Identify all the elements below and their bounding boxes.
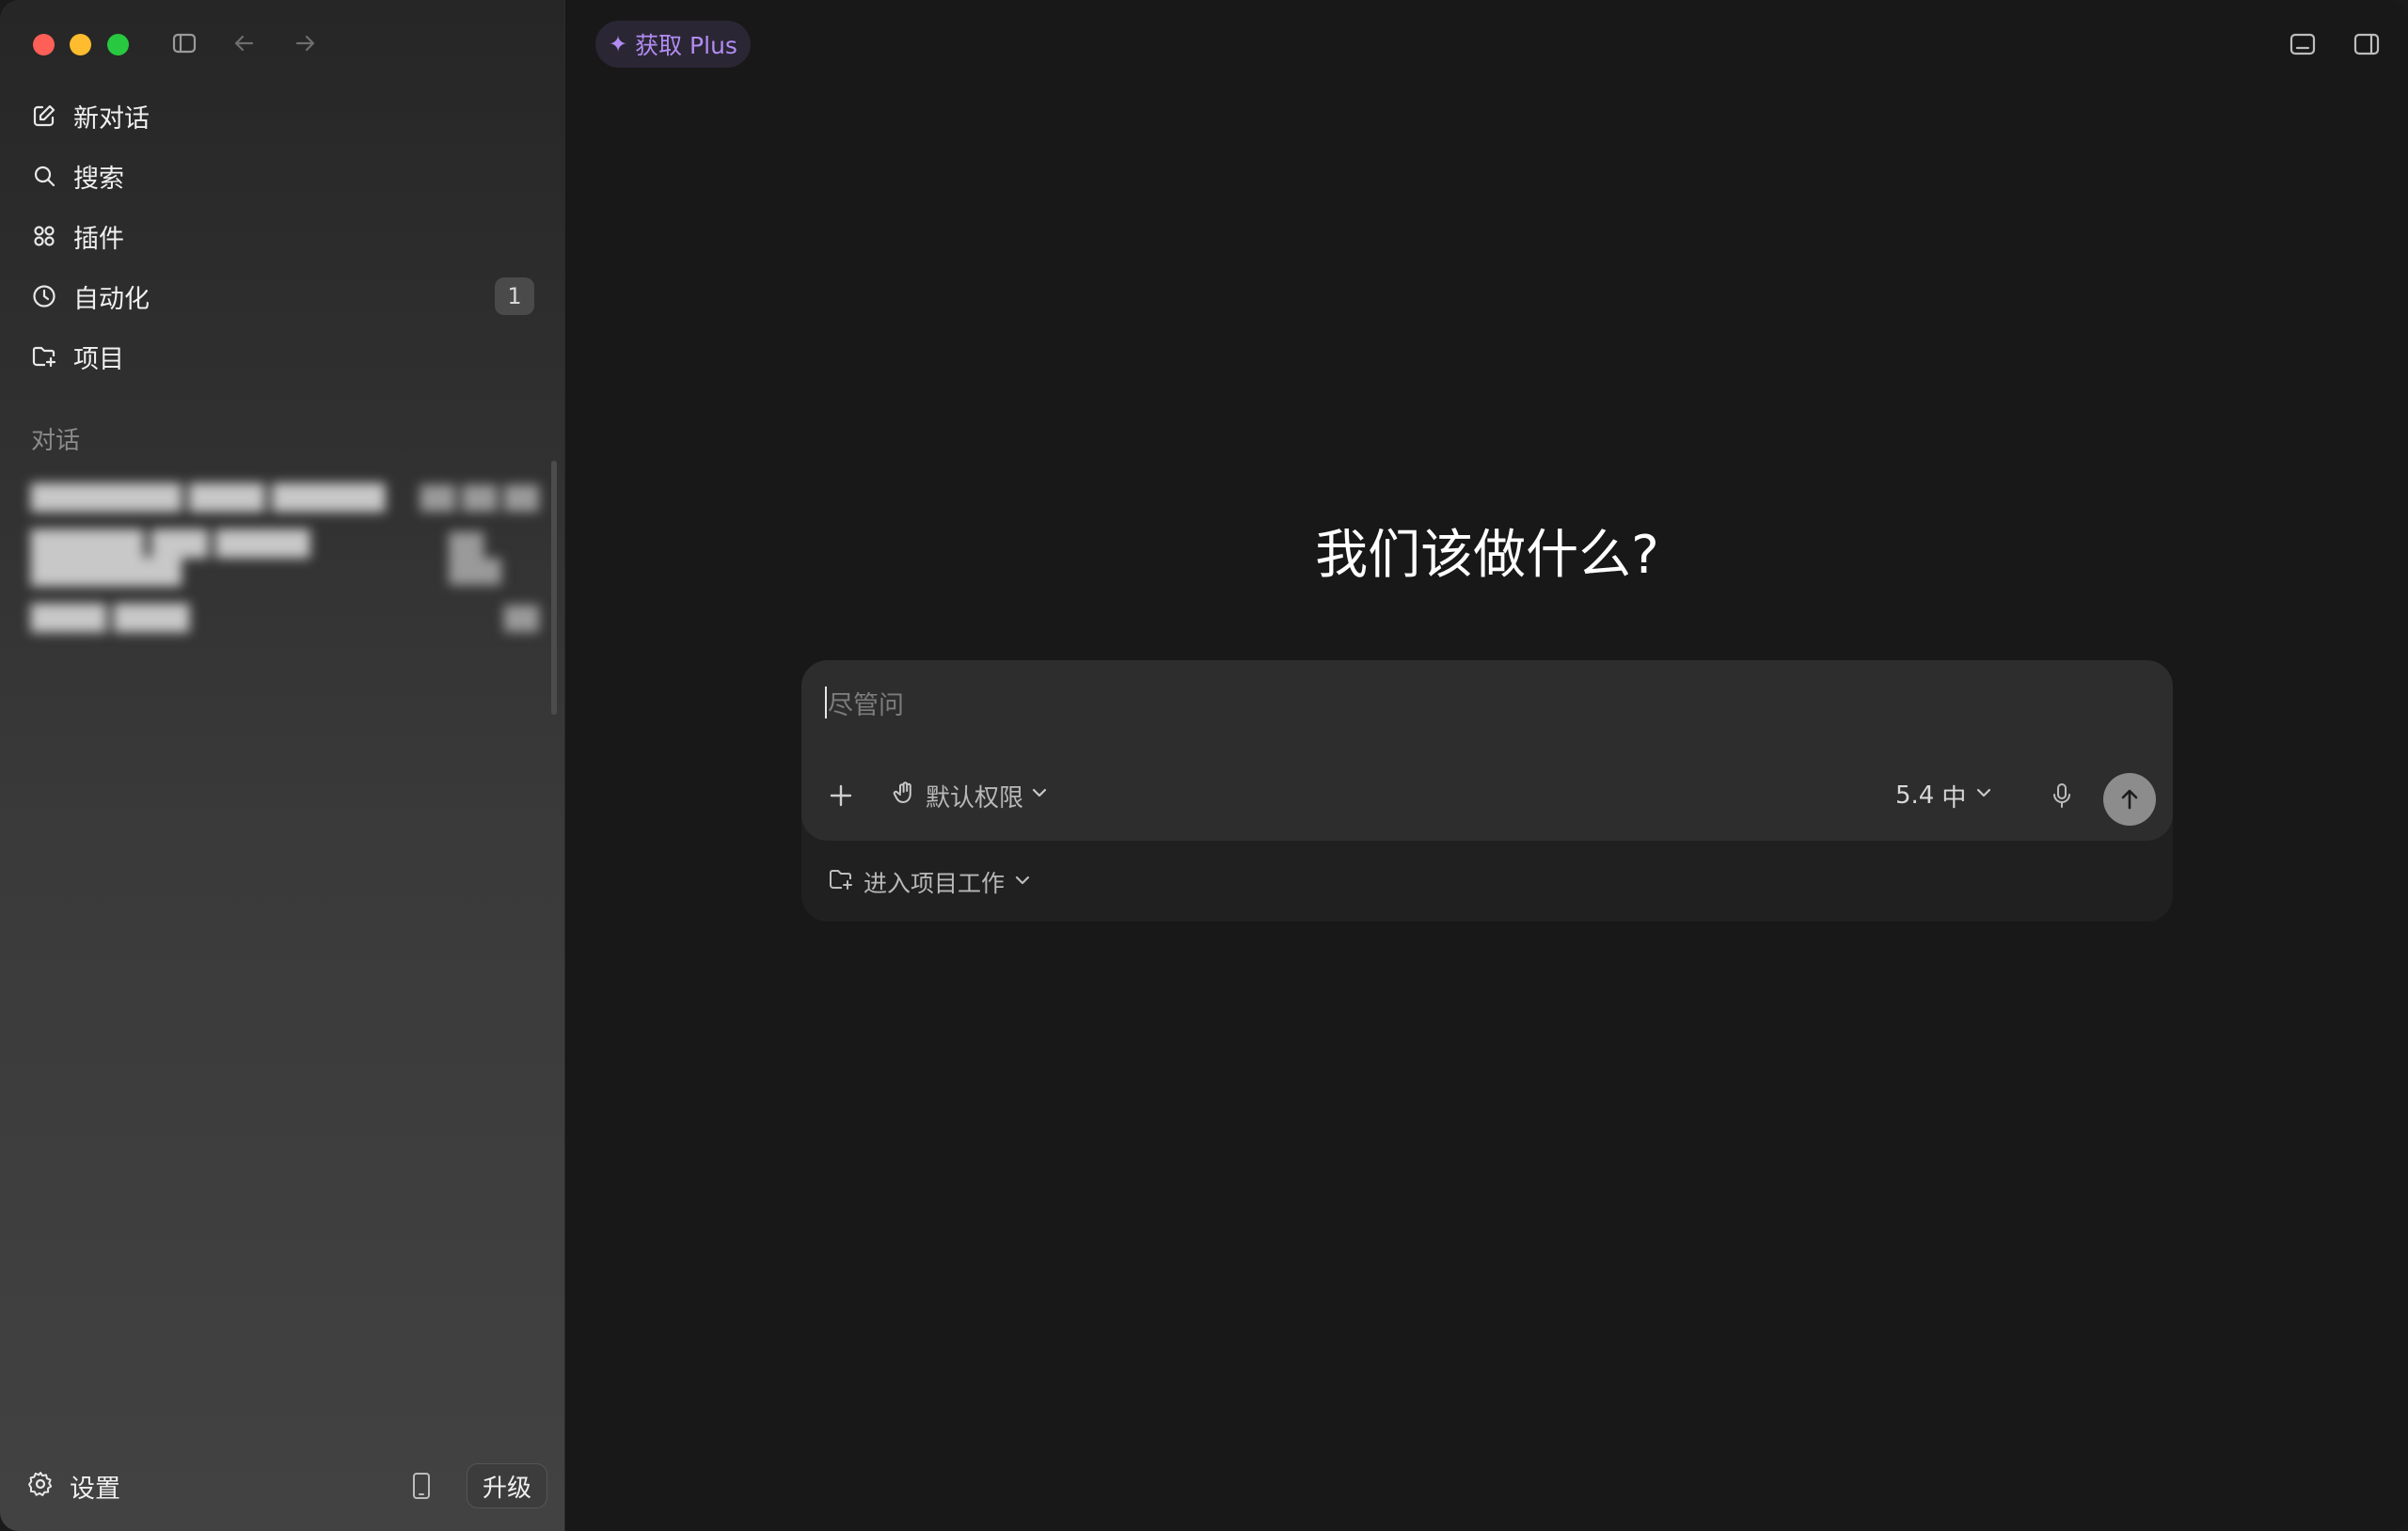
settings-button[interactable]: 设置 xyxy=(26,1460,120,1512)
sidebar-item-label: 新对话 xyxy=(73,103,150,134)
conversation-item[interactable]: ████████ ████ ██████ ██ ██ ██ xyxy=(31,474,539,523)
app-window: 新对话 搜索 插件 自动化 1 项目 对话 ████████ ████ ████… xyxy=(0,0,2408,1531)
sidebar-item-automation[interactable]: 自动化 1 xyxy=(21,270,538,323)
conversation-time: ██ ███ xyxy=(449,532,501,585)
close-window-button[interactable] xyxy=(33,34,55,55)
plugins-grid-icon xyxy=(21,210,68,262)
back-arrow-icon[interactable] xyxy=(226,24,263,62)
chevron-down-icon xyxy=(1973,781,1994,810)
page-title: 我们该做什么? xyxy=(1315,525,1659,586)
permission-dropdown[interactable]: 默认权限 xyxy=(892,777,1050,814)
model-effort: 中 xyxy=(1941,783,1967,813)
conversation-title: ████████ ████ ██████ xyxy=(31,484,386,513)
gear-icon xyxy=(26,1470,55,1502)
conversation-title: ██████ ███ █████ ████████ xyxy=(31,530,310,587)
zoom-window-button[interactable] xyxy=(107,34,129,55)
add-attachment-button[interactable] xyxy=(822,777,860,814)
sidebar-item-plugins[interactable]: 插件 xyxy=(21,210,538,262)
get-plus-button[interactable]: ✦ 获取 Plus xyxy=(595,21,751,68)
project-work-label: 进入项目工作 xyxy=(863,870,1006,897)
right-panel-toggle-icon[interactable] xyxy=(2347,24,2386,64)
sidebar: 新对话 搜索 插件 自动化 1 项目 对话 ████████ ████ ████… xyxy=(0,0,564,1531)
settings-label: 设置 xyxy=(70,1474,120,1504)
permission-label: 默认权限 xyxy=(926,783,1024,813)
upgrade-button[interactable]: 升级 xyxy=(467,1463,547,1508)
sidebar-toggle-icon[interactable] xyxy=(166,24,203,62)
sidebar-item-label: 插件 xyxy=(73,224,124,254)
sidebar-item-search[interactable]: 搜索 xyxy=(21,150,538,202)
conversation-time: ██ xyxy=(504,606,539,632)
sidebar-item-label: 项目 xyxy=(73,344,124,374)
chevron-down-icon xyxy=(1012,869,1033,896)
sidebar-item-new-chat[interactable]: 新对话 xyxy=(21,89,538,142)
conversation-title: ████ ████ xyxy=(31,605,190,633)
conversation-item[interactable]: ██████ ███ █████ ████████ ██ ███ xyxy=(31,530,539,587)
bottom-panel-toggle-icon[interactable] xyxy=(2283,24,2322,64)
send-button[interactable] xyxy=(2103,773,2156,826)
composer-container: 尽管问 默认权限 5.4 中 进入项目工作 xyxy=(801,660,2173,922)
project-work-dropdown[interactable]: 进入项目工作 xyxy=(828,863,1033,901)
sidebar-item-label: 搜索 xyxy=(73,164,124,194)
conversations-section-title: 对话 xyxy=(31,427,81,455)
edit-icon xyxy=(21,89,68,142)
count-badge: 1 xyxy=(495,277,534,315)
sidebar-scrollbar[interactable] xyxy=(551,461,557,715)
chevron-down-icon xyxy=(1029,781,1050,810)
conversation-item[interactable]: ████ ████ ██ xyxy=(31,594,539,643)
model-version: 5.4 xyxy=(1895,781,1935,810)
plus-icon xyxy=(830,784,852,807)
prompt-placeholder: 尽管问 xyxy=(828,691,904,720)
prompt-composer[interactable]: 尽管问 默认权限 5.4 中 xyxy=(801,660,2173,841)
text-caret xyxy=(825,687,827,718)
hand-icon xyxy=(892,780,918,813)
phone-icon[interactable] xyxy=(403,1467,440,1505)
minimize-window-button[interactable] xyxy=(70,34,91,55)
conversation-time: ██ ██ ██ xyxy=(420,485,539,512)
microphone-icon[interactable] xyxy=(2043,777,2081,814)
get-plus-label: 获取 Plus xyxy=(635,32,737,59)
main-panel: ✦ 获取 Plus 我们该做什么? 尽管问 默认权限 5.4 中 进入项目工作 xyxy=(564,0,2408,1531)
model-selector[interactable]: 5.4 中 xyxy=(1895,777,1994,814)
arrow-up-icon xyxy=(2121,789,2138,810)
folder-add-icon xyxy=(21,330,68,383)
sidebar-item-projects[interactable]: 项目 xyxy=(21,330,538,383)
folder-add-icon xyxy=(828,866,854,898)
search-icon xyxy=(21,150,68,202)
clock-icon xyxy=(21,270,68,323)
forward-arrow-icon[interactable] xyxy=(286,24,324,62)
sidebar-item-label: 自动化 xyxy=(73,284,150,314)
sparkle-icon: ✦ xyxy=(609,31,628,57)
